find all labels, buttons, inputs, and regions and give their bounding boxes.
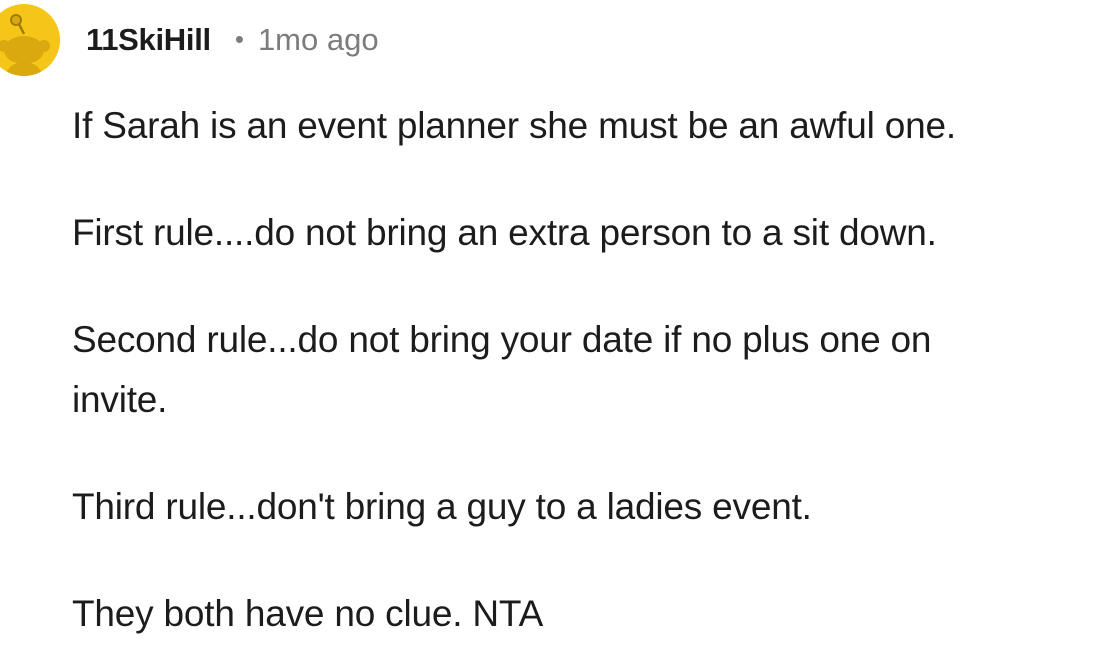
comment-paragraph: First rule....do not bring an extra pers… [72,212,937,253]
comment-header: 11SkiHill • 1mo ago [86,18,379,62]
comment: 11SkiHill • 1mo ago If Sarah is an event… [0,0,1114,645]
user-avatar-icon[interactable] [0,4,60,76]
snoo-icon [0,14,50,76]
comment-paragraph: If Sarah is an event planner she must be… [72,105,956,146]
meta-separator: • [234,23,244,54]
comment-paragraph-continuation: invite. [72,379,168,420]
comment-paragraph: Third rule...don't bring a guy to a ladi… [72,486,812,527]
username-link[interactable]: 11SkiHill [86,22,211,58]
comment-timestamp[interactable]: 1mo ago [258,22,379,58]
comment-paragraph: Second rule...do not bring your date if … [72,319,932,360]
comment-body: If Sarah is an event planner she must be… [72,96,1112,644]
comment-paragraph: They both have no clue. NTA [72,593,544,634]
